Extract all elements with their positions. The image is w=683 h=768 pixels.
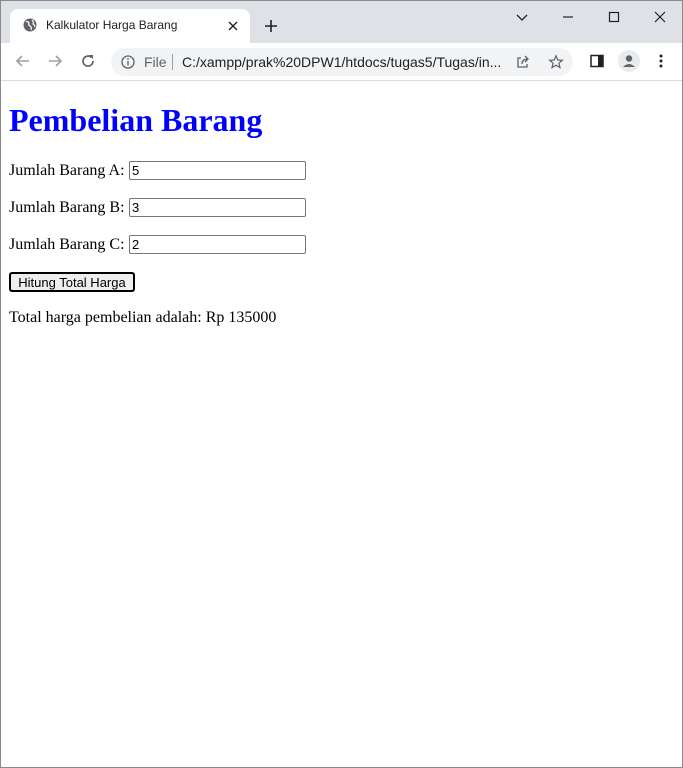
label-barang-c: Jumlah Barang C: xyxy=(9,236,125,253)
total-result-text: Total harga pembelian adalah: Rp 135000 xyxy=(9,309,277,326)
url-scheme: File xyxy=(144,54,167,70)
page-content: Pembelian Barang Jumlah Barang A: Jumlah… xyxy=(1,81,682,767)
tab-strip: Kalkulator Harga Barang xyxy=(1,1,682,43)
minimize-icon[interactable] xyxy=(560,9,576,25)
globe-icon xyxy=(23,18,37,32)
url-text[interactable]: C:/xampp/prak%20DPW1/htdocs/tugas5/Tugas… xyxy=(182,54,504,70)
info-icon[interactable] xyxy=(121,55,135,69)
close-tab-icon[interactable] xyxy=(226,19,240,33)
tab-kalkulator[interactable]: Kalkulator Harga Barang xyxy=(10,9,250,43)
forward-arrow-icon[interactable] xyxy=(46,52,64,70)
label-barang-b: Jumlah Barang B: xyxy=(9,199,125,216)
url-divider xyxy=(172,54,173,70)
input-barang-c[interactable] xyxy=(129,235,306,254)
menu-kebab-icon[interactable] xyxy=(653,53,669,69)
side-panel-icon[interactable] xyxy=(589,53,605,69)
close-window-icon[interactable] xyxy=(652,9,668,25)
bookmark-star-icon[interactable] xyxy=(548,54,564,70)
profile-avatar[interactable] xyxy=(618,50,640,72)
input-barang-a[interactable] xyxy=(129,161,306,180)
browser-window: Kalkulator Harga Barang File C:/xampp/pr… xyxy=(0,0,683,768)
label-barang-a: Jumlah Barang A: xyxy=(9,162,125,179)
back-arrow-icon[interactable] xyxy=(14,52,32,70)
hitung-total-button[interactable]: Hitung Total Harga xyxy=(9,272,135,292)
chevron-down-icon[interactable] xyxy=(514,9,530,25)
input-barang-b[interactable] xyxy=(129,198,306,217)
reload-icon[interactable] xyxy=(79,52,97,70)
new-tab-icon[interactable] xyxy=(263,18,279,34)
address-bar[interactable]: File C:/xampp/prak%20DPW1/htdocs/tugas5/… xyxy=(111,48,573,76)
browser-toolbar: File C:/xampp/prak%20DPW1/htdocs/tugas5/… xyxy=(1,43,682,81)
share-icon[interactable] xyxy=(515,54,531,70)
person-icon xyxy=(623,55,635,67)
maximize-icon[interactable] xyxy=(606,9,622,25)
page-heading: Pembelian Barang xyxy=(9,102,263,138)
tab-title: Kalkulator Harga Barang xyxy=(46,18,178,32)
